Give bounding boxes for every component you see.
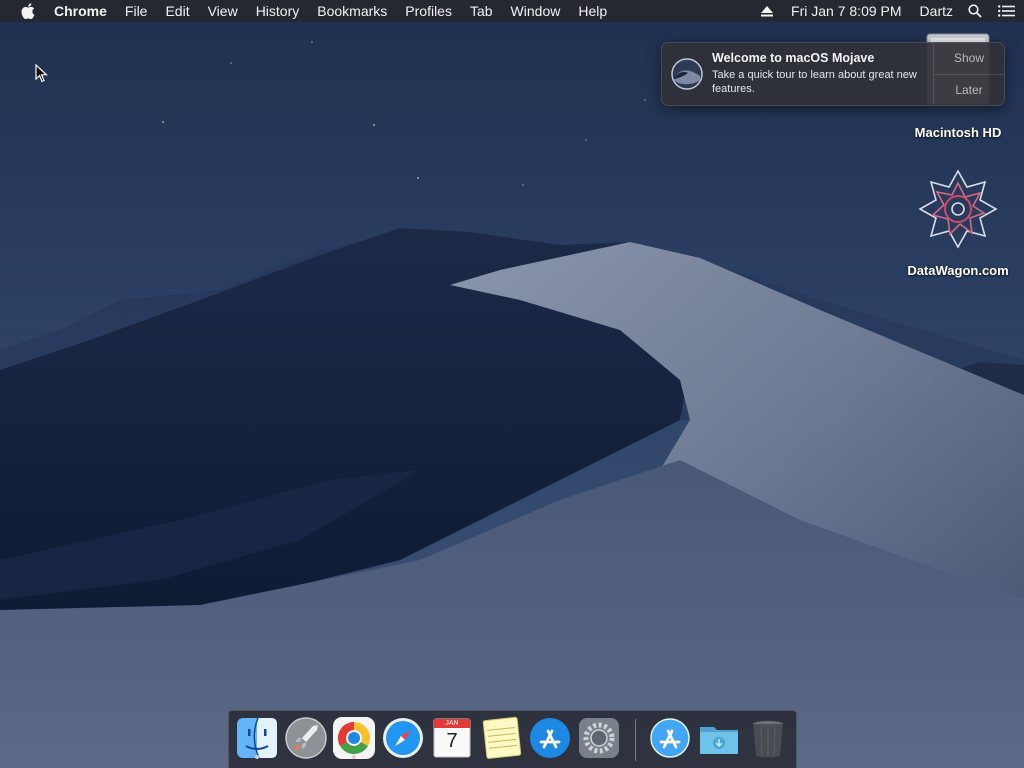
eject-icon[interactable] (752, 5, 782, 17)
menu-tab[interactable]: Tab (461, 0, 502, 22)
launchpad-rocket-icon (285, 717, 327, 759)
menu-profiles[interactable]: Profiles (396, 0, 461, 22)
dock-safari[interactable] (381, 716, 425, 760)
calendar-month: JAN (445, 720, 459, 727)
dock-notes[interactable] (479, 716, 523, 760)
menubar-clock[interactable]: Fri Jan 7 8:09 PM (782, 3, 911, 19)
desktop[interactable] (0, 0, 1024, 768)
datawagon-star-icon (918, 169, 998, 249)
running-indicator (352, 755, 356, 759)
app-menu-chrome[interactable]: Chrome (50, 0, 116, 22)
notification-body: Take a quick tour to learn about great n… (712, 69, 917, 95)
mouse-pointer-icon (35, 64, 48, 83)
wallpaper (0, 0, 1024, 768)
notification-show-button[interactable]: Show (934, 43, 1004, 75)
welcome-notification[interactable]: Welcome to macOS Mojave Take a quick tou… (661, 42, 1005, 106)
apple-menu-icon[interactable] (20, 3, 36, 20)
dock-separator (635, 719, 636, 761)
dock-launchpad[interactable] (284, 716, 328, 760)
notification-title: Welcome to macOS Mojave (712, 51, 875, 65)
dock-downloads[interactable] (697, 716, 741, 760)
trash-icon (753, 721, 783, 758)
datawagon-label: DataWagon.com (907, 263, 1009, 278)
dock-trash[interactable] (746, 716, 790, 760)
app-store-icon (650, 718, 690, 758)
spotlight-search-icon[interactable] (962, 4, 988, 18)
menu-bar: Chrome File Edit View History Bookmarks … (0, 0, 1024, 22)
chrome-icon (333, 717, 375, 759)
dock-system-preferences[interactable] (577, 716, 621, 760)
mojave-installer-icon (671, 58, 703, 90)
menu-file[interactable]: File (116, 0, 157, 22)
dock-app-store-stack[interactable] (648, 716, 692, 760)
gear-icon (579, 718, 619, 758)
status-area: Fri Jan 7 8:09 PM Dartz (752, 0, 1024, 22)
macintosh-hd-label: Macintosh HD (914, 125, 1002, 140)
datawagon-desktop-icon[interactable]: DataWagon.com (898, 168, 1018, 278)
calendar-day: 7 (446, 730, 458, 752)
menu-help[interactable]: Help (569, 0, 616, 22)
menu-bookmarks[interactable]: Bookmarks (308, 0, 396, 22)
downloads-folder-icon (700, 727, 738, 754)
notification-actions: Show Later (933, 43, 1004, 105)
app-store-icon (530, 718, 570, 758)
finder-icon (237, 717, 277, 759)
user-menu[interactable]: Dartz (911, 3, 962, 19)
dock-google-chrome[interactable] (332, 716, 376, 760)
menu-history[interactable]: History (247, 0, 309, 22)
safari-compass-icon (383, 718, 423, 758)
notification-center-icon[interactable] (988, 5, 1024, 17)
menu-view[interactable]: View (199, 0, 247, 22)
notes-icon (482, 716, 522, 759)
dock-app-store[interactable] (528, 716, 572, 760)
menu-window[interactable]: Window (502, 0, 570, 22)
dock-finder[interactable] (235, 716, 279, 760)
notification-later-button[interactable]: Later (934, 75, 1004, 106)
dock-calendar[interactable]: JAN 7 (430, 716, 474, 760)
dock: JAN 7 (228, 710, 797, 768)
menu-edit[interactable]: Edit (156, 0, 198, 22)
running-indicator (255, 755, 259, 759)
